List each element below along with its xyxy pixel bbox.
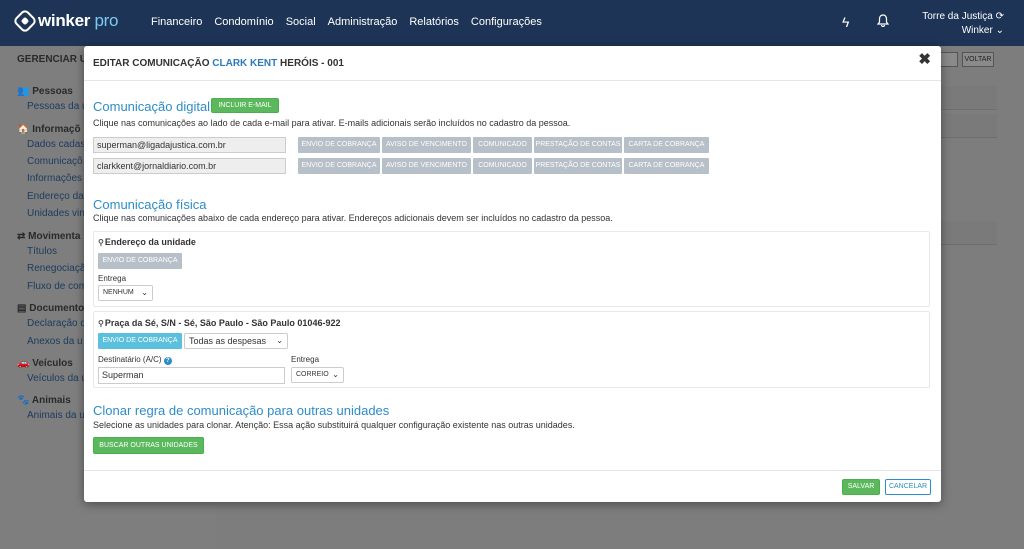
other-address-title: ⚲Praça da Sé, S/N - Sé, São Paulo - São … xyxy=(98,318,341,328)
user-sub: Winker xyxy=(961,25,993,36)
modal-header: EDITAR COMUNICAÇÃO CLARK KENT HERÓIS - 0… xyxy=(84,46,941,81)
user-name: Torre da Justiça xyxy=(922,11,993,22)
menu-administracao[interactable]: Administração xyxy=(328,16,398,28)
unit-address-title: ⚲Endereço da unidade xyxy=(98,237,196,247)
search-other-units-button[interactable]: BUSCAR OUTRAS UNIDADES xyxy=(93,437,204,454)
close-icon[interactable]: ✖ xyxy=(918,50,931,68)
section-movimentacao: ⇄ Movimenta xyxy=(17,231,81,242)
chevron-down-icon: ⌄ xyxy=(332,370,339,379)
map-pin-icon: ⚲ xyxy=(98,319,104,328)
sidebar-link[interactable]: Pessoas da u xyxy=(27,101,88,112)
sidebar-link[interactable]: Fluxo de com xyxy=(27,281,87,292)
modal-title: EDITAR COMUNICAÇÃO CLARK KENT HERÓIS - 0… xyxy=(93,58,344,69)
recipient-input[interactable]: Superman xyxy=(98,367,285,384)
sidebar-link[interactable]: Renegociaçã xyxy=(27,263,85,274)
background-title: GERENCIAR U xyxy=(17,54,88,65)
tag-comunicado[interactable]: COMUNICADO xyxy=(473,158,532,174)
email-field[interactable]: clarkkent@jornaldiario.com.br xyxy=(93,158,286,174)
sidebar-link[interactable]: Endereço da xyxy=(27,191,84,202)
sidebar-link[interactable]: Unidades vin xyxy=(27,208,85,219)
user-menu[interactable]: Torre da Justiça ⟳ Winker ⌄ xyxy=(922,10,1004,38)
tag-envio-cobranca[interactable]: ENVIO DE COBRANÇA xyxy=(98,253,182,269)
menu-relatorios[interactable]: Relatórios xyxy=(409,16,459,28)
sidebar-link[interactable]: Informações xyxy=(27,173,82,184)
sidebar-link[interactable]: Animais da u xyxy=(27,410,85,421)
add-email-button[interactable]: INCLUIR E-MAIL xyxy=(211,98,279,113)
chevron-down-icon: ⌄ xyxy=(141,288,148,297)
menu-configuracoes[interactable]: Configurações xyxy=(471,16,542,28)
tag-prestacao-contas[interactable]: PRESTAÇÃO DE CONTAS xyxy=(534,137,622,153)
section-veiculos: 🚗 Veículos xyxy=(17,358,73,369)
refresh-icon[interactable]: ⟳ xyxy=(996,11,1004,22)
menu-condominio[interactable]: Condomínio xyxy=(214,16,273,28)
chevron-down-icon: ⌄ xyxy=(276,336,283,345)
help-icon[interactable]: ? xyxy=(163,357,172,365)
logo[interactable]: winker pro xyxy=(12,8,119,34)
sidebar-link[interactable]: Declaração q xyxy=(27,318,86,329)
delivery-select[interactable]: NENHUM ⌄ xyxy=(98,285,153,301)
edit-communication-modal: EDITAR COMUNICAÇÃO CLARK KENT HERÓIS - 0… xyxy=(84,46,941,502)
delivery-label: Entrega xyxy=(291,355,320,364)
tag-envio-cobranca-active[interactable]: ENVIO DE COBRANÇA xyxy=(98,333,182,349)
digital-heading: Comunicação digital xyxy=(93,99,211,114)
main-menu: Financeiro Condomínio Social Administraç… xyxy=(151,16,542,28)
sidebar-link[interactable]: Dados cadas xyxy=(27,139,85,150)
menu-financeiro[interactable]: Financeiro xyxy=(151,16,202,28)
section-animais: 🐾 Animais xyxy=(17,395,71,406)
tag-aviso-vencimento[interactable]: AVISO DE VENCIMENTO xyxy=(382,137,471,153)
lightning-icon[interactable]: ϟ xyxy=(842,14,849,30)
section-documentos: ▤ Documento xyxy=(17,303,85,314)
delivery-label: Entrega xyxy=(98,274,127,283)
clone-description: Selecione as unidades para clonar. Atenç… xyxy=(93,420,575,430)
sidebar-link[interactable]: Anexos da u xyxy=(27,336,83,347)
tag-aviso-vencimento[interactable]: AVISO DE VENCIMENTO xyxy=(382,158,471,174)
digital-description: Clique nas comunicações ao lado de cada … xyxy=(93,118,571,128)
other-address-card: ⚲Praça da Sé, S/N - Sé, São Paulo - São … xyxy=(93,311,930,388)
logo-text: winker pro xyxy=(38,11,119,30)
section-pessoas: 👥 Pessoas xyxy=(17,86,73,97)
tag-comunicado[interactable]: COMUNICADO xyxy=(473,137,532,153)
modal-footer: SALVAR CANCELAR xyxy=(84,470,941,502)
tag-carta-cobranca[interactable]: CARTA DE COBRANÇA xyxy=(624,158,709,174)
voltar-button[interactable]: VOLTAR xyxy=(962,52,994,67)
physical-heading: Comunicação física xyxy=(93,197,207,212)
cancel-button[interactable]: CANCELAR xyxy=(885,479,931,495)
clone-heading: Clonar regra de comunicação para outras … xyxy=(93,403,390,418)
save-button[interactable]: SALVAR xyxy=(842,479,880,495)
tag-envio-cobranca[interactable]: ENVIO DE COBRANÇA xyxy=(298,137,380,153)
top-navbar: winker pro Financeiro Condomínio Social … xyxy=(0,0,1024,46)
bell-icon[interactable] xyxy=(876,14,890,30)
logo-icon xyxy=(12,8,38,34)
physical-description: Clique nas comunicações abaixo de cada e… xyxy=(93,213,613,223)
tag-envio-cobranca[interactable]: ENVIO DE COBRANÇA xyxy=(298,158,380,174)
sidebar-link[interactable]: Títulos xyxy=(27,246,57,257)
recipient-label: Destinatário (A/C) ? xyxy=(98,355,172,365)
menu-social[interactable]: Social xyxy=(286,16,316,28)
unit-address-card: ⚲Endereço da unidade ENVIO DE COBRANÇA E… xyxy=(93,231,930,307)
chevron-down-icon[interactable]: ⌄ xyxy=(996,25,1004,36)
email-field[interactable]: superman@ligadajustica.com.br xyxy=(93,137,286,153)
sidebar-link[interactable]: Veículos da u xyxy=(27,373,87,384)
tag-carta-cobranca[interactable]: CARTA DE COBRANÇA xyxy=(624,137,709,153)
delivery-select[interactable]: CORREIO ⌄ xyxy=(291,367,344,383)
sidebar-link[interactable]: Comunicaçõ xyxy=(27,156,83,167)
tag-prestacao-contas[interactable]: PRESTAÇÃO DE CONTAS xyxy=(534,158,622,174)
section-informacoes: 🏠 Informaçõ xyxy=(17,124,81,135)
map-pin-icon: ⚲ xyxy=(98,238,104,247)
expense-select[interactable]: Todas as despesas ⌄ xyxy=(184,333,288,349)
